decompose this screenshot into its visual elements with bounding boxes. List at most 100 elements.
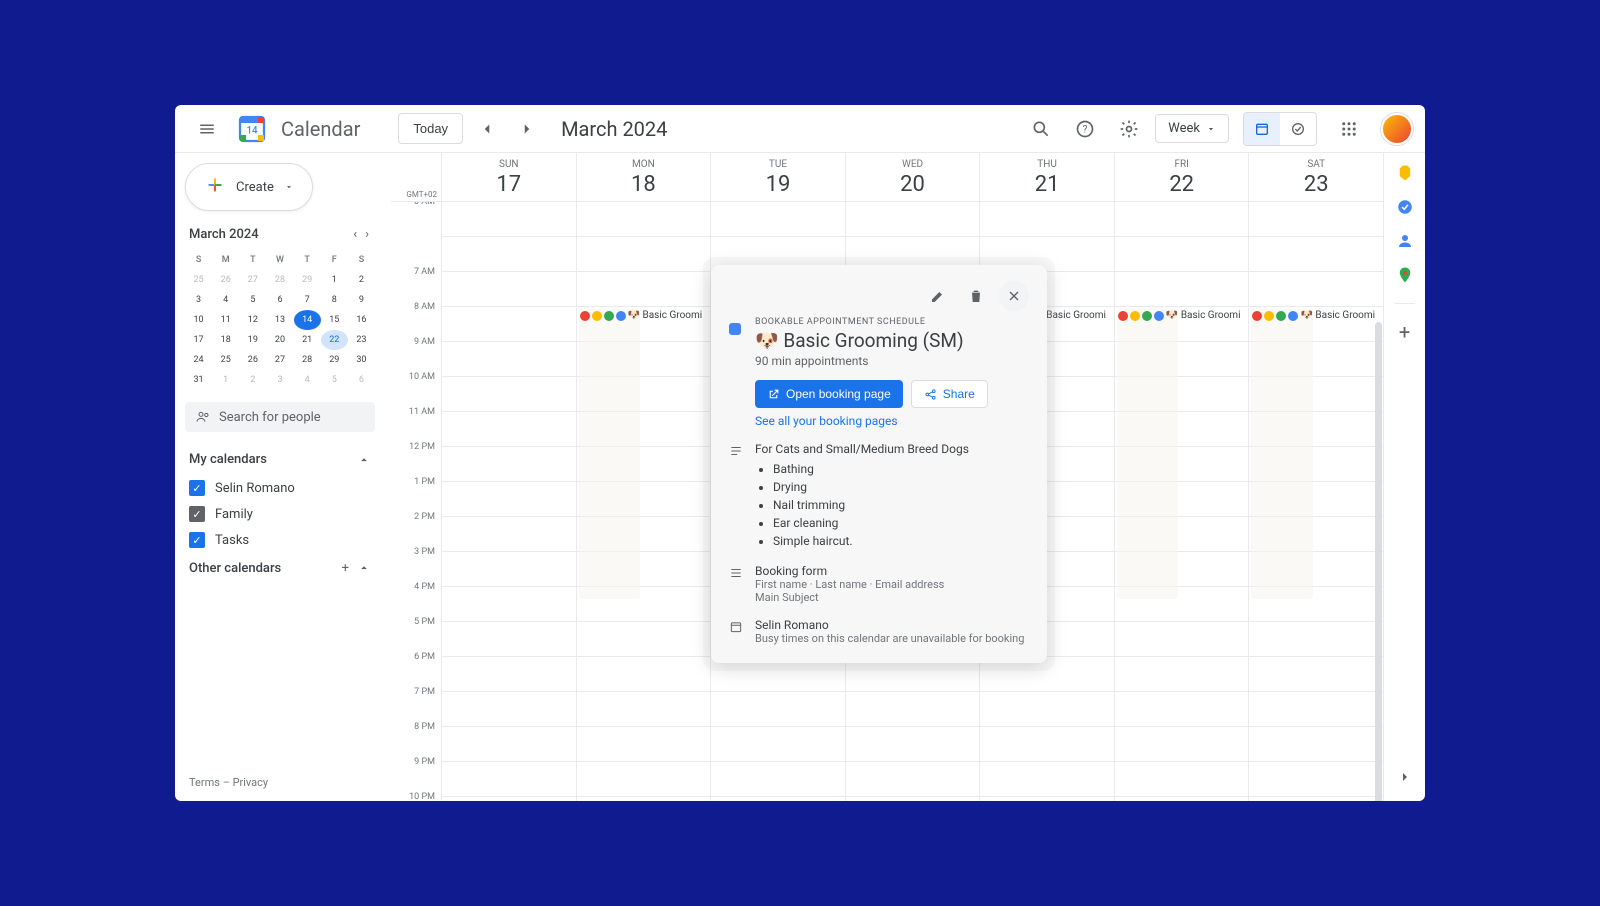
mini-day[interactable]: 25 [212, 350, 239, 370]
tasks-app-icon[interactable] [1395, 197, 1415, 217]
mini-day[interactable]: 21 [294, 330, 321, 350]
other-calendars-toggle[interactable]: Other calendars + [185, 553, 375, 584]
calendar-name: Selin Romano [215, 481, 295, 496]
next-week-button[interactable] [511, 113, 543, 145]
mini-day[interactable]: 11 [212, 310, 239, 330]
calendar-item[interactable]: ✓Tasks [185, 527, 375, 553]
day-header[interactable]: MON18 [576, 153, 711, 201]
mini-day[interactable]: 29 [321, 350, 348, 370]
mini-day[interactable]: 2 [239, 370, 266, 390]
add-other-calendar-icon[interactable]: + [342, 561, 349, 576]
mini-day[interactable]: 3 [185, 290, 212, 310]
day-header[interactable]: FRI22 [1114, 153, 1249, 201]
maps-icon[interactable] [1395, 265, 1415, 285]
mini-day[interactable]: 27 [239, 270, 266, 290]
mini-day[interactable]: 23 [348, 330, 375, 350]
keep-icon[interactable] [1395, 163, 1415, 183]
mini-day[interactable]: 6 [348, 370, 375, 390]
search-people-input[interactable]: Search for people [185, 402, 375, 432]
mini-dow: T [239, 250, 266, 270]
calendar-name: Family [215, 507, 253, 522]
day-header[interactable]: SAT23 [1248, 153, 1383, 201]
delete-event-icon[interactable] [961, 281, 991, 311]
mini-day[interactable]: 22 [321, 330, 348, 350]
mini-day[interactable]: 4 [294, 370, 321, 390]
scrollbar-thumb[interactable] [1375, 322, 1382, 801]
mini-day[interactable]: 4 [212, 290, 239, 310]
mini-day[interactable]: 5 [321, 370, 348, 390]
close-popup-icon[interactable] [999, 281, 1029, 311]
mini-day[interactable]: 17 [185, 330, 212, 350]
mini-day[interactable]: 14 [294, 310, 321, 330]
mini-day[interactable]: 28 [294, 350, 321, 370]
share-button[interactable]: Share [911, 380, 988, 408]
day-column[interactable]: 🐶 Basic Groomi [1114, 202, 1249, 801]
calendar-checkbox[interactable]: ✓ [189, 532, 205, 548]
mini-day[interactable]: 26 [212, 270, 239, 290]
event-item[interactable]: 🐶 Basic Groomi [580, 310, 709, 321]
calendar-checkbox[interactable]: ✓ [189, 506, 205, 522]
search-icon[interactable] [1023, 111, 1059, 147]
google-apps-icon[interactable] [1331, 111, 1367, 147]
calendar-item[interactable]: ✓ Family [185, 501, 375, 527]
contacts-icon[interactable] [1395, 231, 1415, 251]
mini-day[interactable]: 27 [266, 350, 293, 370]
mini-day[interactable]: 20 [266, 330, 293, 350]
form-icon [729, 566, 741, 604]
mini-day[interactable]: 28 [266, 270, 293, 290]
settings-icon[interactable] [1111, 111, 1147, 147]
help-icon[interactable]: ? [1067, 111, 1103, 147]
mini-day[interactable]: 16 [348, 310, 375, 330]
mini-day[interactable]: 26 [239, 350, 266, 370]
tasks-view-toggle[interactable] [1280, 113, 1316, 145]
mini-day[interactable]: 2 [348, 270, 375, 290]
add-addon-icon[interactable]: + [1395, 322, 1415, 342]
main-menu-icon[interactable] [187, 109, 227, 149]
all-booking-pages-link[interactable]: See all your booking pages [755, 414, 1029, 428]
mini-day[interactable]: 6 [266, 290, 293, 310]
mini-day[interactable]: 25 [185, 270, 212, 290]
mini-day[interactable]: 24 [185, 350, 212, 370]
mini-day[interactable]: 15 [321, 310, 348, 330]
mini-day[interactable]: 29 [294, 270, 321, 290]
mini-day[interactable]: 3 [266, 370, 293, 390]
mini-next-month[interactable]: › [363, 225, 371, 244]
open-booking-page-button[interactable]: Open booking page [755, 380, 903, 408]
footer-links[interactable]: Terms – Privacy [185, 772, 375, 793]
edit-event-icon[interactable] [923, 281, 953, 311]
calendar-checkbox[interactable]: ✓ [189, 480, 205, 496]
calendar-view-toggle[interactable] [1244, 113, 1280, 145]
event-item[interactable]: 🐶 Basic Groomi [1118, 310, 1247, 321]
view-selector[interactable]: Week [1155, 114, 1229, 143]
day-header[interactable]: THU21 [979, 153, 1114, 201]
today-button[interactable]: Today [398, 113, 463, 144]
mini-day[interactable]: 31 [185, 370, 212, 390]
mini-day[interactable]: 5 [239, 290, 266, 310]
mini-day[interactable]: 1 [212, 370, 239, 390]
day-header[interactable]: WED20 [845, 153, 980, 201]
prev-week-button[interactable] [471, 113, 503, 145]
mini-day[interactable]: 12 [239, 310, 266, 330]
mini-day[interactable]: 18 [212, 330, 239, 350]
mini-day[interactable]: 30 [348, 350, 375, 370]
mini-prev-month[interactable]: ‹ [351, 225, 359, 244]
calendar-item[interactable]: ✓ Selin Romano [185, 475, 375, 501]
day-column[interactable] [441, 202, 576, 801]
collapse-panel-icon[interactable] [1391, 763, 1419, 791]
mini-day[interactable]: 10 [185, 310, 212, 330]
day-header[interactable]: TUE19 [710, 153, 845, 201]
event-item[interactable]: 🐶 Basic Groomi [1252, 310, 1381, 321]
mini-day[interactable]: 8 [321, 290, 348, 310]
mini-day[interactable]: 1 [321, 270, 348, 290]
day-column[interactable]: 🐶 Basic Groomi [576, 202, 711, 801]
time-label: 2 PM [391, 512, 441, 547]
mini-day[interactable]: 19 [239, 330, 266, 350]
mini-day[interactable]: 13 [266, 310, 293, 330]
day-column[interactable]: 🐶 Basic Groomi [1248, 202, 1383, 801]
user-avatar[interactable] [1381, 113, 1413, 145]
mini-day[interactable]: 9 [348, 290, 375, 310]
my-calendars-toggle[interactable]: My calendars [185, 444, 375, 475]
day-header[interactable]: SUN17 [441, 153, 576, 201]
mini-day[interactable]: 7 [294, 290, 321, 310]
create-button[interactable]: Create [185, 163, 313, 211]
